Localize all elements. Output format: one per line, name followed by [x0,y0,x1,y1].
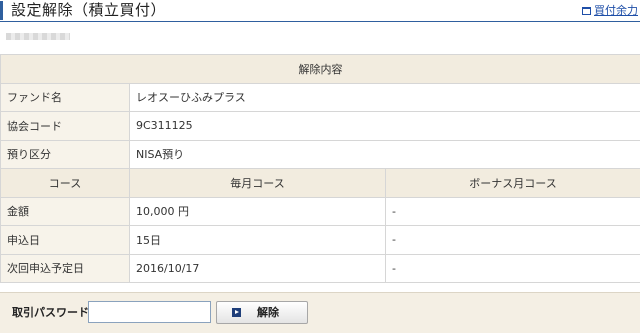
password-label: 取引パスワード： [12,306,100,319]
page-title: 設定解除（積立買付） [11,1,167,19]
table-row: ファンド名 レオスーひふみプラス [0,82,640,112]
deposit-type-value: NISA預り [129,139,640,169]
amount-label: 金額 [0,196,130,226]
table-row: 金額 10,000 円 - [0,196,640,226]
amount-monthly-value: 10,000 円 [129,196,386,226]
title-accent-bar [0,1,3,20]
new-window-icon [582,7,591,15]
cancel-details-table: 解除内容 ファンド名 レオスーひふみプラス 協会コード 9C311125 預り区… [0,54,640,283]
page-header: 設定解除（積立買付） 買付余力 [0,0,640,22]
password-footer: 取引パスワード： 解除 [0,292,640,333]
deposit-type-label: 預り区分 [0,139,130,169]
redacted-account-info [6,33,70,40]
association-code-label: 協会コード [0,111,130,141]
amount-bonus-value: - [385,196,640,226]
application-day-label: 申込日 [0,225,130,255]
monthly-course-header: 毎月コース [129,168,386,198]
cancel-submit-button[interactable]: 解除 [216,301,308,324]
cancel-submit-label: 解除 [257,306,279,319]
bonus-course-header: ボーナス月コース [385,168,640,198]
course-header-row: コース 毎月コース ボーナス月コース [0,168,640,198]
buying-power-link-label: 買付余力 [594,4,638,17]
table-row: 申込日 15日 - [0,225,640,255]
play-arrow-icon [232,308,241,317]
fund-name-label: ファンド名 [0,82,130,112]
course-header-label: コース [0,168,130,198]
table-row: 協会コード 9C311125 [0,111,640,141]
password-input[interactable] [88,301,211,323]
next-application-date-label: 次回申込予定日 [0,253,130,283]
fund-name-value: レオスーひふみプラス [129,82,640,112]
application-day-monthly-value: 15日 [129,225,386,255]
next-application-date-monthly-value: 2016/10/17 [129,253,386,283]
application-day-bonus-value: - [385,225,640,255]
association-code-value: 9C311125 [129,111,640,141]
buying-power-link[interactable]: 買付余力 [582,4,638,18]
section-title: 解除内容 [0,54,640,84]
table-row: 次回申込予定日 2016/10/17 - [0,253,640,283]
table-section-header-row: 解除内容 [0,54,640,84]
next-application-date-bonus-value: - [385,253,640,283]
table-row: 預り区分 NISA預り [0,139,640,169]
